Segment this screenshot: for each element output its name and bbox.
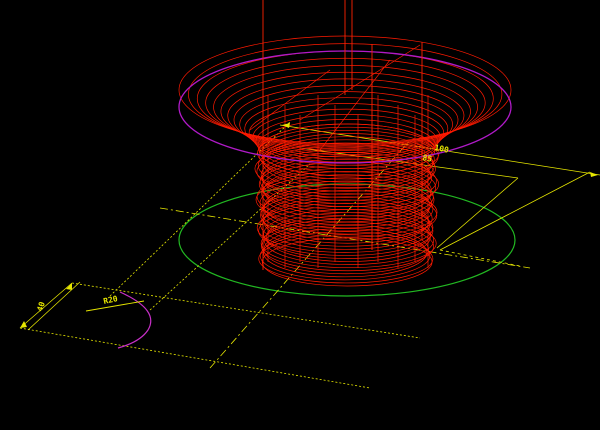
dim-inner-diameter: 85 [422,153,433,164]
fillet-arc [117,291,152,349]
toolpath-ring [261,237,433,287]
toolpath-ring [248,103,445,163]
centerlines [159,139,531,369]
dim-outer-diameter: 100 [434,143,450,155]
cad-viewport[interactable]: 100 85 40 R20 [0,0,600,430]
dim-height: 40 [35,301,47,313]
cad-drawing: 100 85 40 R20 [19,0,600,389]
dim-fillet-radius: R20 [103,294,119,306]
